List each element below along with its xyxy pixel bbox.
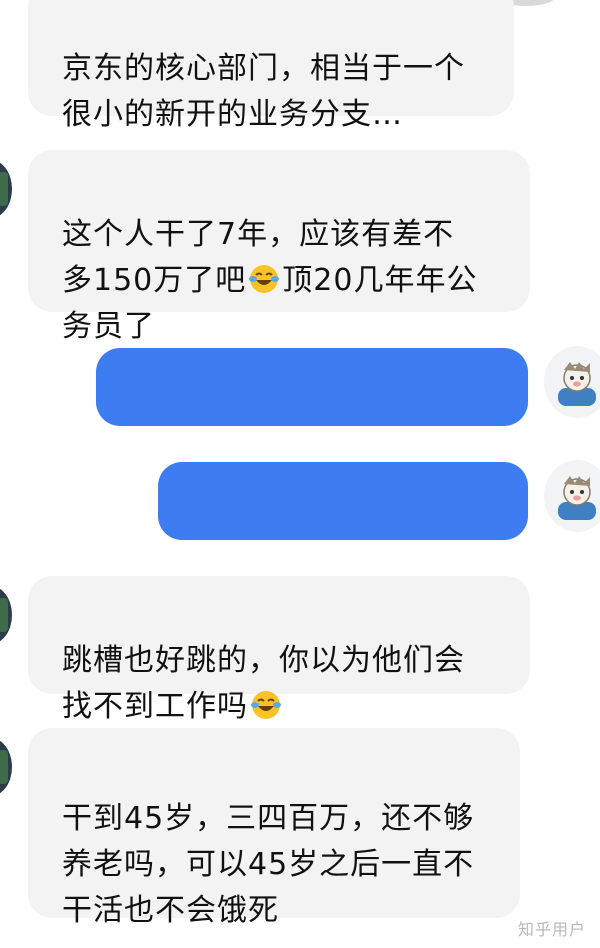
tears-of-joy-emoji xyxy=(251,691,281,719)
incoming-message-bubble[interactable]: 跳槽也好跳的，你以为他们会 找不到工作吗 xyxy=(28,576,530,724)
contact-avatar[interactable] xyxy=(0,738,12,796)
outgoing-message-bubble[interactable]: 公务员一辈子都在挣钱 xyxy=(158,462,528,596)
tears-of-joy-emoji xyxy=(249,265,280,293)
cartoon-avatar-icon xyxy=(558,476,596,520)
incoming-message-bubble[interactable]: 干到45岁，三四百万，还不够 养老吗，可以45岁之后一直不 干活也不会饿死 xyxy=(28,728,520,928)
cartoon-avatar-icon xyxy=(558,362,596,406)
contact-avatar[interactable] xyxy=(0,160,12,218)
user-avatar[interactable] xyxy=(544,346,600,418)
outgoing-message-bubble[interactable]: 不能这样算，除非特别缺钱 xyxy=(96,348,528,482)
incoming-message-bubble[interactable]: 这个人干了7年，应该有差不 多150万了吧 顶20几年年公 务员了 xyxy=(28,150,530,344)
user-avatar[interactable] xyxy=(544,460,600,532)
message-text: 京东的核心部门，相当于一个 很小的新开的业务分支… xyxy=(62,51,465,132)
watermark: 知乎用户 xyxy=(517,920,586,939)
incoming-message-bubble[interactable]: 京东的核心部门，相当于一个 很小的新开的业务分支… xyxy=(28,0,514,132)
contact-avatar[interactable] xyxy=(0,586,12,644)
chat-view: 京东的核心部门，相当于一个 很小的新开的业务分支… 这个人干了7年，应该有差不 … xyxy=(0,0,600,948)
message-text: 干到45岁，三四百万，还不够 养老吗，可以45岁之后一直不 干活也不会饿死 xyxy=(62,801,475,928)
